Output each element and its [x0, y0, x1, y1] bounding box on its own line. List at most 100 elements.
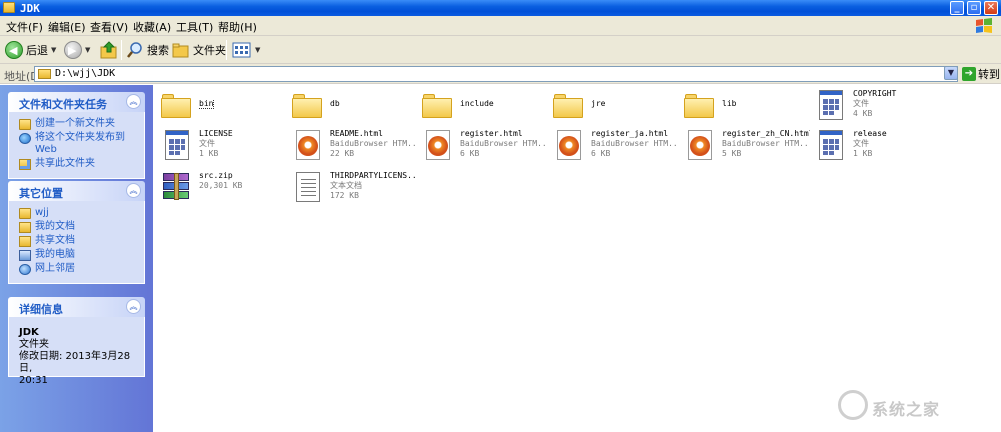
minimize-button[interactable]: _	[950, 1, 964, 15]
documents-icon	[19, 222, 31, 233]
file-item-readme[interactable]: README.html BaiduBrowser HTM... 22 KB	[287, 127, 418, 171]
go-button[interactable]: ➔ 转到	[962, 66, 1000, 82]
address-dropdown-button[interactable]: ▼	[944, 66, 958, 80]
file-item-bin[interactable]: bin	[156, 87, 286, 131]
details-panel: 详细信息 ︽ JDK 文件夹 修改日期: 2013年3月28日, 20:31	[8, 297, 145, 386]
other-places-panel: 其它位置 ︽ wjj 我的文档 共享文档 我的电脑 网上邻居	[8, 181, 145, 284]
back-button[interactable]: ◀ 后退 ▼	[5, 40, 56, 60]
menu-bar: 文件(F) 编辑(E) 查看(V) 收藏(A) 工具(T) 帮助(H)	[0, 16, 1001, 36]
place-label: 我的文档	[35, 221, 75, 232]
window-title: JDK	[20, 2, 40, 15]
panel-body: wjj 我的文档 共享文档 我的电脑 网上邻居	[8, 201, 145, 284]
panel-body: JDK 文件夹 修改日期: 2013年3月28日, 20:31	[8, 317, 145, 386]
file-size: 22 KB	[330, 149, 355, 158]
html-file-icon	[553, 130, 585, 162]
file-size: 1 KB	[199, 149, 219, 158]
panel-header[interactable]: 其它位置 ︽	[8, 181, 145, 201]
up-folder-button[interactable]	[100, 40, 118, 60]
file-item-copyright[interactable]: COPYRIGHT 文件 4 KB	[810, 87, 940, 131]
collapse-icon[interactable]: ︽	[126, 299, 141, 314]
file-type: BaiduBrowser HTM...	[722, 139, 810, 148]
address-bar: 地址(D) D:\wjj\JDK ▼ ➔ 转到	[0, 64, 1001, 84]
task-label: 创建一个新文件夹	[35, 118, 115, 129]
html-file-icon	[422, 130, 454, 162]
place-my-computer[interactable]: 我的电脑	[19, 249, 136, 261]
address-input[interactable]: D:\wjj\JDK	[34, 66, 958, 82]
collapse-icon[interactable]: ︽	[126, 183, 141, 198]
views-button[interactable]: ▼	[232, 40, 260, 60]
forward-button[interactable]: ▶ ▼	[64, 40, 90, 60]
task-new-folder[interactable]: 创建一个新文件夹	[19, 118, 136, 130]
menu-favorites[interactable]: 收藏(A)	[133, 19, 171, 35]
task-publish-web[interactable]: 将这个文件夹发布到 Web	[19, 132, 136, 156]
place-shared-documents[interactable]: 共享文档	[19, 235, 136, 247]
file-item-jre[interactable]: jre	[548, 87, 678, 131]
text-file-icon	[292, 172, 324, 204]
search-button[interactable]: 搜索	[126, 40, 169, 60]
chevron-down-icon[interactable]: ▼	[51, 46, 56, 54]
task-share-folder[interactable]: 共享此文件夹	[19, 158, 136, 170]
folders-icon	[172, 43, 189, 58]
file-type: 文件	[853, 99, 869, 108]
file-item-thirdpartylicense[interactable]: THIRDPARTYLICENS... 文本文档 172 KB	[287, 169, 418, 213]
close-button[interactable]: ✕	[984, 1, 998, 15]
file-item-include[interactable]: include	[417, 87, 547, 131]
file-item-register[interactable]: register.html BaiduBrowser HTM... 6 KB	[417, 127, 548, 171]
task-label: 共享此文件夹	[35, 158, 95, 169]
details-modified: 修改日期: 2013年3月28日,	[19, 351, 131, 374]
place-wjj[interactable]: wjj	[19, 207, 136, 219]
file-type: BaiduBrowser HTM...	[460, 139, 548, 148]
file-name: LICENSE	[199, 129, 233, 138]
folder-icon	[3, 2, 15, 13]
file-item-lib[interactable]: lib	[679, 87, 809, 131]
back-arrow-icon: ◀	[5, 41, 23, 59]
collapse-icon[interactable]: ︽	[126, 94, 141, 109]
views-icon	[232, 42, 251, 58]
file-type: BaiduBrowser HTM...	[591, 139, 679, 148]
go-arrow-icon: ➔	[962, 67, 976, 81]
html-file-icon	[684, 130, 716, 162]
task-label: 将这个文件夹发布到 Web	[35, 132, 125, 155]
toolbar: ◀ 后退 ▼ ▶ ▼ 搜索 文件夹 ▼	[0, 36, 1001, 64]
search-icon	[127, 42, 142, 58]
file-size: 20,301 KB	[199, 181, 243, 190]
maximize-button[interactable]: ▫	[967, 1, 981, 15]
go-label: 转到	[978, 68, 1000, 81]
panel-title: 其它位置	[19, 187, 63, 200]
file-size: 5 KB	[722, 149, 742, 158]
details-type: 文件夹	[19, 339, 49, 350]
file-name: register.html	[460, 129, 523, 138]
chevron-down-icon[interactable]: ▼	[85, 46, 90, 54]
file-name: release	[853, 129, 887, 138]
chevron-down-icon[interactable]: ▼	[255, 46, 260, 54]
file-size: 6 KB	[460, 149, 480, 158]
file-size: 4 KB	[853, 109, 873, 118]
file-item-src-zip[interactable]: src.zip 20,301 KB	[156, 169, 286, 213]
menu-edit[interactable]: 编辑(E)	[48, 19, 86, 35]
forward-arrow-icon: ▶	[64, 41, 82, 59]
file-name: db	[330, 99, 340, 108]
back-label: 后退	[26, 44, 48, 57]
file-name: register_zh_CN.html	[722, 129, 810, 138]
place-my-documents[interactable]: 我的文档	[19, 221, 136, 233]
file-item-register-ja[interactable]: register_ja.html BaiduBrowser HTM... 6 K…	[548, 127, 679, 171]
file-item-register-zh-cn[interactable]: register_zh_CN.html BaiduBrowser HTM... …	[679, 127, 810, 171]
file-item-license[interactable]: LICENSE 文件 1 KB	[156, 127, 286, 171]
panel-header[interactable]: 文件和文件夹任务 ︽	[8, 92, 145, 112]
address-path[interactable]: D:\wjj\JDK	[55, 68, 115, 79]
menu-tools[interactable]: 工具(T)	[176, 19, 213, 35]
up-folder-icon	[100, 41, 117, 59]
search-label: 搜索	[147, 44, 169, 57]
place-label: 我的电脑	[35, 249, 75, 260]
file-item-db[interactable]: db	[287, 87, 417, 131]
file-name: register_ja.html	[591, 129, 669, 138]
folders-button[interactable]: 文件夹	[172, 40, 226, 60]
place-network[interactable]: 网上邻居	[19, 263, 136, 275]
menu-help[interactable]: 帮助(H)	[218, 19, 257, 35]
file-item-release[interactable]: release 文件 1 KB	[810, 127, 940, 171]
computer-icon	[19, 250, 31, 261]
menu-view[interactable]: 查看(V)	[90, 19, 128, 35]
panel-header[interactable]: 详细信息 ︽	[8, 297, 145, 317]
menu-file[interactable]: 文件(F)	[6, 19, 43, 35]
file-size: 6 KB	[591, 149, 611, 158]
